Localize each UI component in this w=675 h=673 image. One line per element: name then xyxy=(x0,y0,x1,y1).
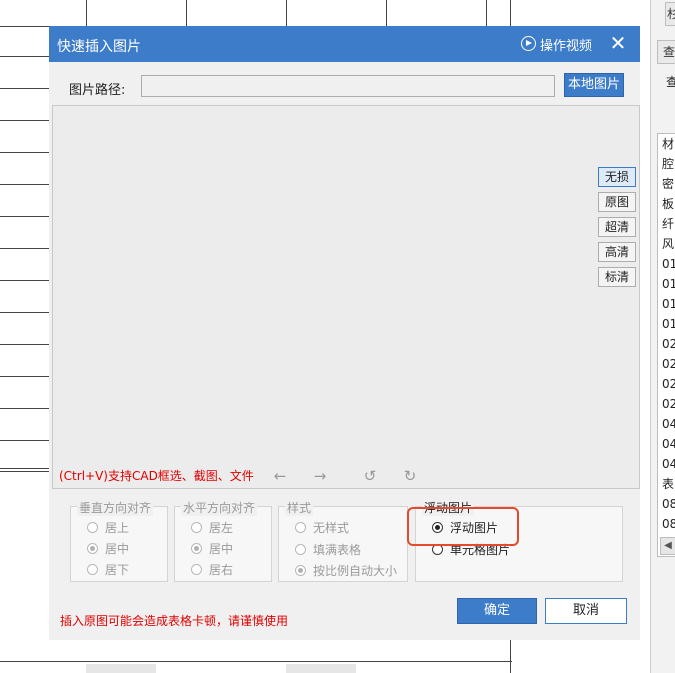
horizontal-align-title: 水平方向对齐 xyxy=(181,499,258,516)
highlight-annotation xyxy=(407,507,519,546)
paste-hint: (Ctrl+V)支持CAD框选、截图、文件 xyxy=(59,469,254,483)
list-item[interactable]: 01 xyxy=(658,254,675,274)
list-item[interactable]: 风 xyxy=(658,234,675,254)
horizontal-align-group: 水平方向对齐 居左 居中 居右 xyxy=(174,499,272,582)
list-item[interactable]: 08 xyxy=(658,494,675,514)
arrow-left-icon[interactable]: ← xyxy=(271,467,289,485)
list-item[interactable]: 01 xyxy=(658,314,675,334)
quality-ultra-button[interactable]: 超清 xyxy=(598,217,636,237)
list-item[interactable]: 01 xyxy=(658,274,675,294)
right-panel-list[interactable]: 材 腔 密 板 纤 风 01 01 01 01 02 02 02 02 04 0… xyxy=(657,133,675,557)
quality-lossless-button[interactable]: 无损 xyxy=(598,167,636,187)
right-panel-button[interactable]: 杉 xyxy=(665,2,675,26)
quick-insert-image-dialog: 快速插入图片 操作视频 ✕ 图片路径: 本地图片 无损 原图 超清 高清 标清 … xyxy=(49,26,640,640)
warning-text: 插入原图可能会造成表格卡顿，请谨慎使用 xyxy=(60,614,289,628)
image-path-input[interactable] xyxy=(141,75,555,97)
right-panel-query-label: 查 xyxy=(662,45,675,59)
dialog-title-bar: 快速插入图片 操作视频 ✕ xyxy=(49,26,640,62)
operation-video-link[interactable]: 操作视频 xyxy=(540,35,592,54)
list-item[interactable]: 01 xyxy=(658,294,675,314)
list-item[interactable]: 02 xyxy=(658,334,675,354)
style-title: 样式 xyxy=(285,499,314,516)
list-item[interactable]: 表 xyxy=(658,474,675,494)
list-item[interactable]: 04 xyxy=(658,454,675,474)
right-panel-button-label: 杉 xyxy=(667,7,675,21)
quality-standard-button[interactable]: 标清 xyxy=(598,267,636,287)
quality-original-button[interactable]: 原图 xyxy=(598,192,636,212)
scroll-left-arrow-icon[interactable]: ◀ xyxy=(660,537,675,555)
right-panel-query-text: 查 xyxy=(666,75,675,89)
list-item[interactable]: 密 xyxy=(658,174,675,194)
image-path-label: 图片路径: xyxy=(69,83,126,98)
cancel-button[interactable]: 取消 xyxy=(545,598,627,624)
list-item[interactable]: 02 xyxy=(658,354,675,374)
play-circle-icon[interactable] xyxy=(521,36,536,51)
ok-button[interactable]: 确定 xyxy=(457,598,537,624)
list-item[interactable]: 02 xyxy=(658,394,675,414)
list-item[interactable]: 纤 xyxy=(658,214,675,234)
image-preview-area[interactable]: 无损 原图 超清 高清 标清 (Ctrl+V)支持CAD框选、截图、文件 ← →… xyxy=(52,105,640,489)
arrow-right-icon[interactable]: → xyxy=(311,467,329,485)
quality-high-button[interactable]: 高清 xyxy=(598,242,636,262)
list-item[interactable]: 板 xyxy=(658,194,675,214)
list-item[interactable]: 02 xyxy=(658,374,675,394)
style-group: 样式 无样式 填满表格 按比例自动大小 xyxy=(278,499,408,582)
list-item[interactable]: 材 xyxy=(658,134,675,154)
rotate-right-icon[interactable]: ↻ xyxy=(401,467,419,485)
vertical-align-group: 垂直方向对齐 居上 居中 居下 xyxy=(70,499,168,582)
vertical-align-title: 垂直方向对齐 xyxy=(77,499,154,516)
list-item[interactable]: 04 xyxy=(658,414,675,434)
list-item[interactable]: 腔 xyxy=(658,154,675,174)
right-panel-query-button[interactable]: 查 xyxy=(657,40,675,64)
dialog-title: 快速插入图片 xyxy=(57,39,141,55)
rotate-left-icon[interactable]: ↺ xyxy=(361,467,379,485)
local-image-button[interactable]: 本地图片 xyxy=(564,73,624,97)
list-item[interactable]: 04 xyxy=(658,434,675,454)
close-icon[interactable]: ✕ xyxy=(607,32,629,54)
list-item[interactable]: 08 xyxy=(658,514,675,534)
